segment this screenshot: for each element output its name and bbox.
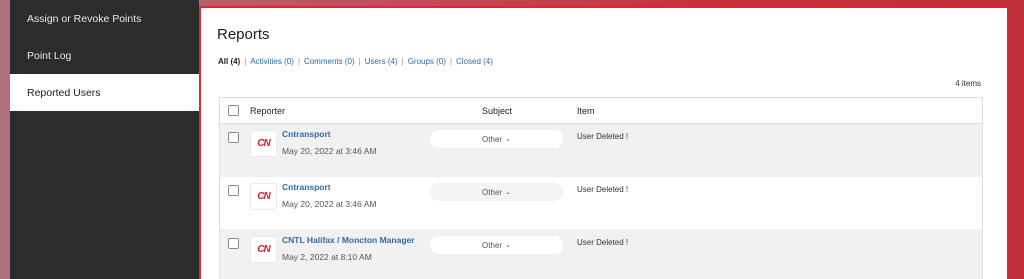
filter-users[interactable]: Users (4)	[365, 57, 398, 66]
sidebar-item-label: Point Log	[27, 49, 72, 62]
sidebar-item-assign-revoke-points[interactable]: Assign or Revoke Points	[10, 0, 199, 37]
table-row: CN Cntransport May 20, 2022 at 3:46 AM O…	[220, 124, 982, 177]
filter-bar: All (4) | Activities (0) | Comments (0) …	[218, 57, 493, 66]
reporter-name-link[interactable]: Cntransport	[282, 182, 331, 192]
subject-value: Other	[482, 240, 503, 250]
chevron-down-icon: ⌄	[505, 242, 511, 249]
chevron-down-icon: ⌄	[505, 136, 511, 143]
subject-dropdown[interactable]: Other ⌄	[430, 183, 563, 201]
sidebar-item-label: Assign or Revoke Points	[27, 12, 142, 25]
sidebar-item-reported-users[interactable]: Reported Users	[10, 74, 199, 111]
cn-logo: CN	[257, 244, 270, 255]
filter-separator: |	[401, 57, 404, 66]
report-date: May 20, 2022 at 3:46 AM	[282, 199, 377, 209]
report-date: May 2, 2022 at 8:10 AM	[282, 252, 372, 262]
header-subject: Subject	[482, 105, 513, 116]
row-checkbox[interactable]	[228, 185, 239, 196]
filter-activities[interactable]: Activities (0)	[250, 57, 294, 66]
page-title: Reports	[217, 26, 270, 43]
row-checkbox[interactable]	[228, 132, 239, 143]
filter-closed[interactable]: Closed (4)	[456, 57, 493, 66]
sidebar-item-point-log[interactable]: Point Log	[10, 37, 199, 74]
filter-separator: |	[244, 57, 247, 66]
sidebar: Assign or Revoke Points Point Log Report…	[10, 0, 199, 279]
avatar: CN	[250, 130, 277, 157]
table-row: CN CNTL Halifax / Moncton Manager May 2,…	[220, 230, 982, 279]
filter-all[interactable]: All (4)	[218, 57, 240, 66]
filter-comments[interactable]: Comments (0)	[304, 57, 355, 66]
subject-value: Other	[482, 134, 503, 144]
header-item: Item	[577, 105, 595, 116]
reports-table: Reporter Subject Item CN Cntransport May…	[219, 97, 983, 279]
item-status: User Deleted !	[577, 132, 629, 141]
filter-separator: |	[297, 57, 300, 66]
table-row: CN Cntransport May 20, 2022 at 3:46 AM O…	[220, 177, 982, 230]
filter-separator: |	[449, 57, 452, 66]
reporter-name-link[interactable]: CNTL Halifax / Moncton Manager	[282, 235, 415, 245]
reporter-name-link[interactable]: Cntransport	[282, 129, 331, 139]
avatar: CN	[250, 236, 277, 263]
item-status: User Deleted !	[577, 185, 629, 194]
item-status: User Deleted !	[577, 238, 629, 247]
item-count: 4 items	[955, 79, 981, 88]
report-date: May 20, 2022 at 3:46 AM	[282, 146, 377, 156]
subject-dropdown[interactable]: Other ⌄	[430, 130, 563, 148]
main-panel: Reports All (4) | Activities (0) | Comme…	[199, 6, 1009, 279]
sidebar-item-label: Reported Users	[27, 86, 101, 99]
header-reporter: Reporter	[250, 105, 286, 116]
chevron-down-icon: ⌄	[505, 189, 511, 196]
table-header: Reporter Subject Item	[220, 98, 982, 124]
subject-value: Other	[482, 187, 503, 197]
filter-groups[interactable]: Groups (0)	[408, 57, 446, 66]
cn-logo: CN	[257, 191, 270, 202]
cn-logo: CN	[257, 138, 270, 149]
row-checkbox[interactable]	[228, 238, 239, 249]
subject-dropdown[interactable]: Other ⌄	[430, 236, 563, 254]
filter-separator: |	[358, 57, 361, 66]
select-all-checkbox[interactable]	[228, 105, 239, 116]
avatar: CN	[250, 183, 277, 210]
